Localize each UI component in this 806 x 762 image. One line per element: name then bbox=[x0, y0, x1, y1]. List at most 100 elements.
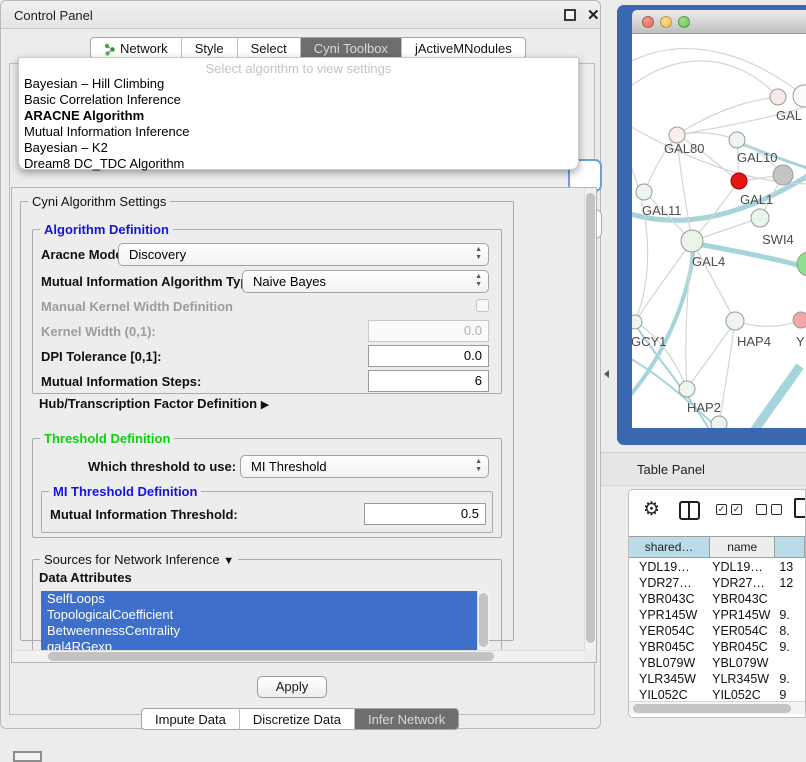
settings-hscrollbar[interactable] bbox=[14, 650, 584, 662]
gear-icon[interactable]: ⚙ bbox=[643, 498, 660, 521]
table-cell: YIL052C bbox=[629, 687, 710, 701]
tab-style[interactable]: Style bbox=[182, 38, 238, 58]
close-icon[interactable]: ✕ bbox=[587, 6, 600, 24]
data-attribute-item[interactable]: BetweennessCentrality bbox=[41, 623, 477, 639]
combo-arrows-icon: ▲▼ bbox=[475, 273, 482, 289]
algorithm-option[interactable]: ARACNE Algorithm bbox=[19, 108, 578, 124]
mi-steps-label: Mutual Information Steps: bbox=[41, 374, 201, 389]
mi-threshold-title: MI Threshold Definition bbox=[49, 484, 201, 499]
expander-down-icon: ▼ bbox=[223, 555, 234, 567]
which-threshold-combo[interactable]: MI Threshold ▲▼ bbox=[240, 455, 489, 478]
table-cell: YBR045C bbox=[629, 639, 710, 655]
aracne-mode-combo[interactable]: Discovery ▲▼ bbox=[118, 243, 489, 266]
table-row[interactable]: YIL052CYIL052C9 bbox=[629, 687, 805, 701]
mi-type-combo[interactable]: Naive Bayes ▲▼ bbox=[242, 270, 489, 293]
network-node-gcy1[interactable] bbox=[632, 315, 642, 329]
network-node-gal10[interactable] bbox=[729, 132, 745, 148]
table-cell: 9. bbox=[775, 671, 805, 687]
minimize-traffic-icon[interactable] bbox=[660, 16, 672, 28]
mi-threshold-field[interactable]: 0.5 bbox=[364, 503, 486, 525]
network-node-swi4[interactable] bbox=[751, 209, 769, 227]
table-row[interactable]: YPR145WYPR145W9. bbox=[629, 607, 805, 623]
table-row[interactable]: YBR045CYBR045C9. bbox=[629, 639, 805, 655]
table-row[interactable]: YDR27…YDR27…12 bbox=[629, 575, 805, 591]
network-node[interactable] bbox=[773, 165, 793, 185]
table-row[interactable]: YER054CYER054C8. bbox=[629, 623, 805, 639]
algorithm-option[interactable]: Dream8 DC_TDC Algorithm bbox=[19, 156, 578, 172]
data-attribute-item[interactable]: TopologicalCoefficient bbox=[41, 607, 477, 623]
algorithm-definition-group: Algorithm Definition Aracne Mode: Discov… bbox=[32, 229, 502, 394]
data-attribute-item[interactable]: SelfLoops bbox=[41, 591, 477, 607]
table-cell: 13 bbox=[775, 559, 805, 575]
table-cell: YLR345W bbox=[629, 671, 710, 687]
network-node-gal1[interactable] bbox=[731, 173, 747, 189]
network-node-gal[interactable] bbox=[770, 89, 786, 105]
float-window-icon[interactable] bbox=[564, 9, 576, 21]
table-panel-titlebar: Table Panel bbox=[601, 452, 806, 486]
network-node-hap4[interactable] bbox=[726, 312, 744, 330]
panel-title: Control Panel bbox=[14, 8, 93, 23]
algorithm-option[interactable]: Bayesian – K2 bbox=[19, 140, 578, 156]
column-layout-icon[interactable] bbox=[679, 501, 700, 520]
minimized-tab-icon[interactable] bbox=[13, 751, 42, 762]
apply-button[interactable]: Apply bbox=[257, 676, 327, 698]
table-cell: YPR145W bbox=[710, 607, 775, 623]
table-row[interactable]: YBR043CYBR043C bbox=[629, 591, 805, 607]
network-node[interactable] bbox=[711, 416, 727, 428]
network-node-gal4[interactable] bbox=[681, 230, 703, 252]
network-node-hap2[interactable] bbox=[679, 381, 695, 397]
table-row[interactable]: YDL19…YDL19…13 bbox=[629, 559, 805, 575]
list-scrollbar[interactable] bbox=[477, 591, 489, 655]
network-node[interactable] bbox=[797, 252, 806, 276]
mi-type-label: Mutual Information Algorithm Type: bbox=[41, 274, 260, 289]
network-node-y[interactable] bbox=[793, 312, 806, 328]
node-label: SWI4 bbox=[762, 232, 794, 247]
kernel-width-field[interactable]: 0.0 bbox=[368, 320, 489, 342]
splitter-collapse-icon[interactable] bbox=[604, 370, 609, 378]
deselect-all-columns-icon[interactable] bbox=[756, 504, 782, 515]
table-hscrollbar[interactable] bbox=[629, 701, 805, 714]
tab-impute-data[interactable]: Impute Data bbox=[142, 709, 240, 729]
tab-cyni-toolbox[interactable]: Cyni Toolbox bbox=[301, 38, 402, 58]
table-cell: YDR27… bbox=[710, 575, 775, 591]
mi-threshold-group: MI Threshold Definition Mutual Informati… bbox=[41, 491, 493, 533]
expander-right-icon: ▶ bbox=[261, 399, 269, 411]
table-cell: YLR345W bbox=[710, 671, 775, 687]
maximize-traffic-icon[interactable] bbox=[678, 16, 690, 28]
export-table-icon[interactable] bbox=[794, 498, 806, 518]
table-cell: 9. bbox=[775, 639, 805, 655]
column-header[interactable] bbox=[775, 537, 805, 557]
dropdown-placeholder: Select algorithm to view settings bbox=[19, 58, 578, 76]
tab-select[interactable]: Select bbox=[238, 38, 301, 58]
mi-threshold-label: Mutual Information Threshold: bbox=[50, 507, 238, 522]
column-header[interactable]: shared… bbox=[629, 537, 710, 557]
table-row[interactable]: YLR345WYLR345W9. bbox=[629, 671, 805, 687]
tab-jactivemnodules[interactable]: jActiveMNodules bbox=[402, 38, 525, 58]
table-row[interactable]: YBL079WYBL079W bbox=[629, 655, 805, 671]
close-traffic-icon[interactable] bbox=[642, 16, 654, 28]
tab-infer-network[interactable]: Infer Network bbox=[355, 709, 458, 729]
column-header[interactable]: name bbox=[710, 537, 775, 557]
dpi-tolerance-field[interactable]: 0.0 bbox=[368, 345, 489, 367]
dropdown-items: Bayesian – Hill ClimbingBasic Correlatio… bbox=[19, 76, 578, 172]
tab-discretize-data[interactable]: Discretize Data bbox=[240, 709, 355, 729]
network-node-gal11[interactable] bbox=[636, 184, 652, 200]
manual-kernel-checkbox[interactable] bbox=[476, 299, 489, 312]
algorithm-dropdown-list: Select algorithm to view settings Bayesi… bbox=[18, 57, 579, 170]
table-cell: YBL079W bbox=[710, 655, 775, 671]
threshold-definition-group: Threshold Definition Which threshold to … bbox=[32, 438, 502, 538]
select-all-columns-icon[interactable]: ✓✓ bbox=[716, 504, 742, 515]
sources-group: Sources for Network Inference ▼ Data Att… bbox=[32, 559, 502, 659]
tab-network[interactable]: Network bbox=[91, 38, 182, 58]
algorithm-option[interactable]: Basic Correlation Inference bbox=[19, 92, 578, 108]
network-window-titlebar[interactable] bbox=[632, 10, 806, 34]
manual-kernel-label: Manual Kernel Width Definition bbox=[41, 299, 233, 314]
sources-title[interactable]: Sources for Network Inference ▼ bbox=[40, 552, 238, 567]
hub-definition-expander[interactable]: Hub/Transcription Factor Definition ▶ bbox=[39, 396, 269, 411]
mi-steps-field[interactable]: 6 bbox=[368, 370, 489, 392]
algorithm-option[interactable]: Mutual Information Inference bbox=[19, 124, 578, 140]
threshold-definition-title: Threshold Definition bbox=[40, 431, 174, 446]
network-canvas[interactable]: GALGAL80GAL10GAL1GAL11SWI4GAL4GCY1HAP4YH… bbox=[632, 34, 806, 428]
algorithm-option[interactable]: Bayesian – Hill Climbing bbox=[19, 76, 578, 92]
settings-vscrollbar[interactable] bbox=[584, 190, 596, 650]
